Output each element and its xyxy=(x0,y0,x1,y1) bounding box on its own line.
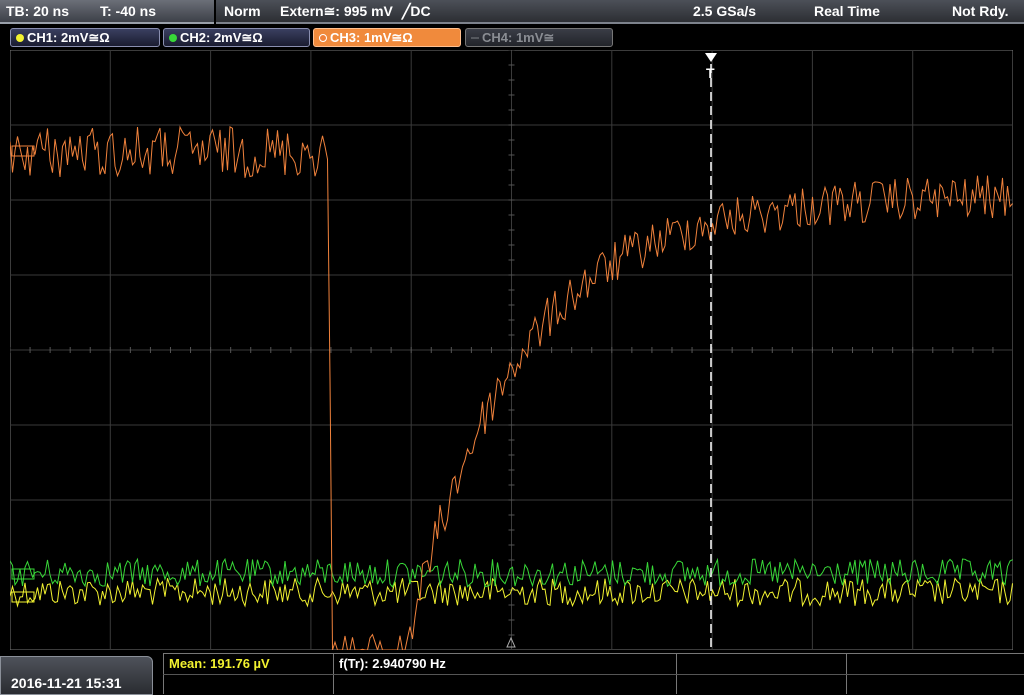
measurement-mean: Mean: 191.76 µV xyxy=(169,656,270,671)
run-status: Not Rdy. xyxy=(952,3,1009,19)
tab-ch1[interactable]: CH1: 2mV≅Ω xyxy=(10,28,160,47)
ch4-label: CH4: 1mV≅ xyxy=(482,30,555,45)
tab-ch3[interactable]: CH3: 1mV≅Ω xyxy=(313,28,461,47)
ch2-indicator-icon xyxy=(169,34,177,42)
top-status-bar: TB: 20 ns T: -40 ns Norm Extern≅: 995 mV… xyxy=(0,0,1024,26)
trigger-coupling: ╱DC xyxy=(402,3,431,19)
ch3-indicator-icon xyxy=(319,34,327,42)
bottom-bar: 2016-11-21 15:31 Mean: 191.76 µV f(Tr): … xyxy=(0,651,1024,695)
ch1-indicator-icon xyxy=(16,34,24,42)
waveform-display[interactable]: T xyxy=(10,50,1013,650)
tab-ch4[interactable]: CH4: 1mV≅ xyxy=(465,28,613,47)
ch3-label: CH3: 1mV≅Ω xyxy=(330,30,413,45)
tab-ch2[interactable]: CH2: 2mV≅Ω xyxy=(163,28,310,47)
trigger-source[interactable]: Extern≅: 995 mV xyxy=(280,3,393,20)
trigger-settings-bar[interactable]: Norm Extern≅: 995 mV ╱DC 2.5 GSa/s Real … xyxy=(216,0,1024,24)
measurement-trigger-frequency: f(Tr): 2.940790 Hz xyxy=(339,656,446,671)
sample-rate[interactable]: 2.5 GSa/s xyxy=(693,3,756,19)
trigger-mode[interactable]: Norm xyxy=(224,3,261,19)
waveform-svg: T xyxy=(10,50,1013,650)
measurement-grid xyxy=(163,653,1024,694)
acquisition-mode[interactable]: Real Time xyxy=(814,3,880,19)
ch4-indicator-icon xyxy=(471,37,479,39)
datetime-box: 2016-11-21 15:31 xyxy=(0,656,153,695)
datetime: 2016-11-21 15:31 xyxy=(11,675,122,691)
measurement-panel[interactable]: Mean: 191.76 µV f(Tr): 2.940790 Hz xyxy=(163,653,1024,694)
trigger-offset: T: -40 ns xyxy=(100,3,157,19)
ch2-label: CH2: 2mV≅Ω xyxy=(180,30,263,45)
trigger-marker-label: T xyxy=(706,65,715,81)
timebase-scale: TB: 20 ns xyxy=(6,3,70,19)
channel-tabs: CH1: 2mV≅Ω CH2: 2mV≅Ω CH3: 1mV≅Ω CH4: 1m… xyxy=(0,26,1024,50)
ch1-label: CH1: 2mV≅Ω xyxy=(27,30,110,45)
timebase-box[interactable]: TB: 20 ns T: -40 ns xyxy=(0,0,214,24)
